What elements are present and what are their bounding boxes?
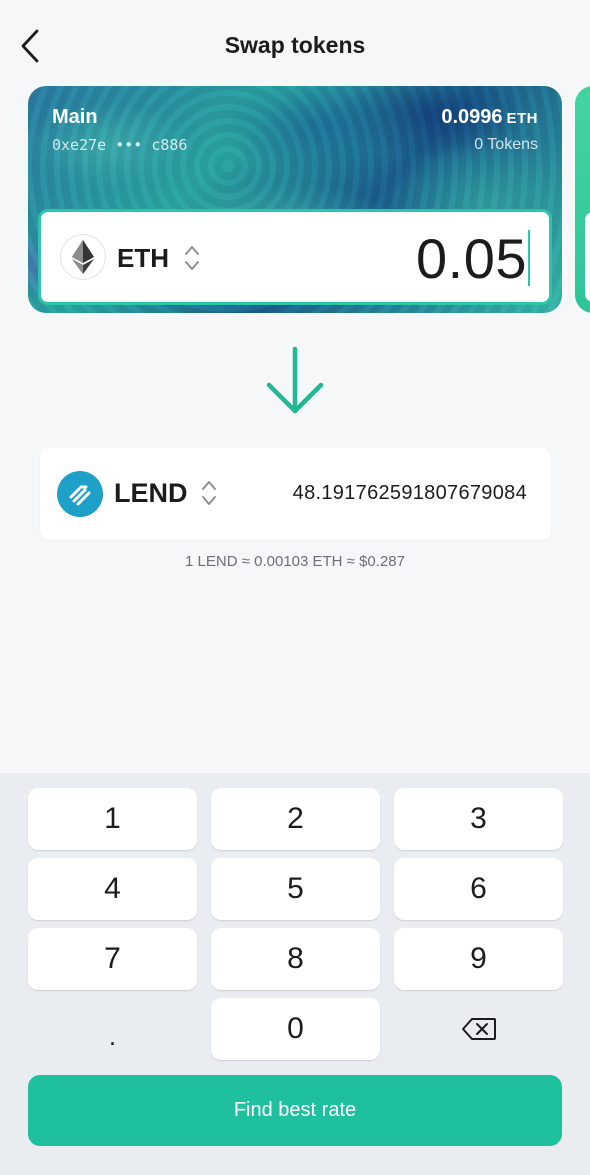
wallet-balance-unit: ETH (506, 110, 538, 127)
text-cursor (528, 230, 530, 286)
key-4[interactable]: 4 (28, 858, 197, 920)
sort-icon[interactable] (200, 478, 218, 508)
key-3[interactable]: 3 (394, 788, 563, 850)
to-token-field[interactable]: LEND 48.19176259180767908​4 (40, 448, 551, 540)
next-wallet-card[interactable] (575, 86, 590, 313)
wallet-address: 0xe27e ••• c886 (52, 136, 188, 154)
wallet-token-count: 0 Tokens (474, 136, 538, 153)
wallet-card[interactable]: Main 0xe27e ••• c886 0.0996 ETH 0 Tokens … (28, 86, 562, 313)
eth-token-icon (60, 234, 106, 280)
key-7[interactable]: 7 (28, 928, 197, 990)
key-5[interactable]: 5 (211, 858, 380, 920)
key-decimal[interactable]: . (28, 998, 197, 1060)
exchange-rate: 1 LEND ≈ 0.00103 ETH ≈ $0.287 (185, 553, 405, 570)
find-best-rate-button[interactable]: Find best rate (28, 1075, 562, 1146)
from-token-symbol[interactable]: ETH (117, 243, 169, 274)
wallet-name: Main (52, 106, 98, 128)
key-1[interactable]: 1 (28, 788, 197, 850)
key-9[interactable]: 9 (394, 928, 563, 990)
key-8[interactable]: 8 (211, 928, 380, 990)
wallet-balance: 0.0996 ETH (441, 106, 538, 129)
sort-icon[interactable] (183, 243, 201, 273)
key-0[interactable]: 0 (211, 998, 380, 1060)
lend-token-icon (57, 471, 103, 517)
backspace-icon (461, 1018, 496, 1040)
top-bar: Swap tokens (0, 0, 590, 90)
from-amount-value[interactable]: 0.05 (416, 226, 527, 291)
to-amount-value: 48.19176259180767908​4 (292, 482, 527, 504)
arrow-down-icon (266, 346, 324, 414)
backspace-key[interactable] (394, 998, 563, 1060)
from-amount-field[interactable]: ETH 0.05 (38, 209, 552, 305)
key-2[interactable]: 2 (211, 788, 380, 850)
page-title: Swap tokens (224, 32, 366, 58)
key-6[interactable]: 6 (394, 858, 563, 920)
wallet-balance-value: 0.0996 (441, 106, 503, 128)
to-token-symbol[interactable]: LEND (114, 478, 188, 509)
